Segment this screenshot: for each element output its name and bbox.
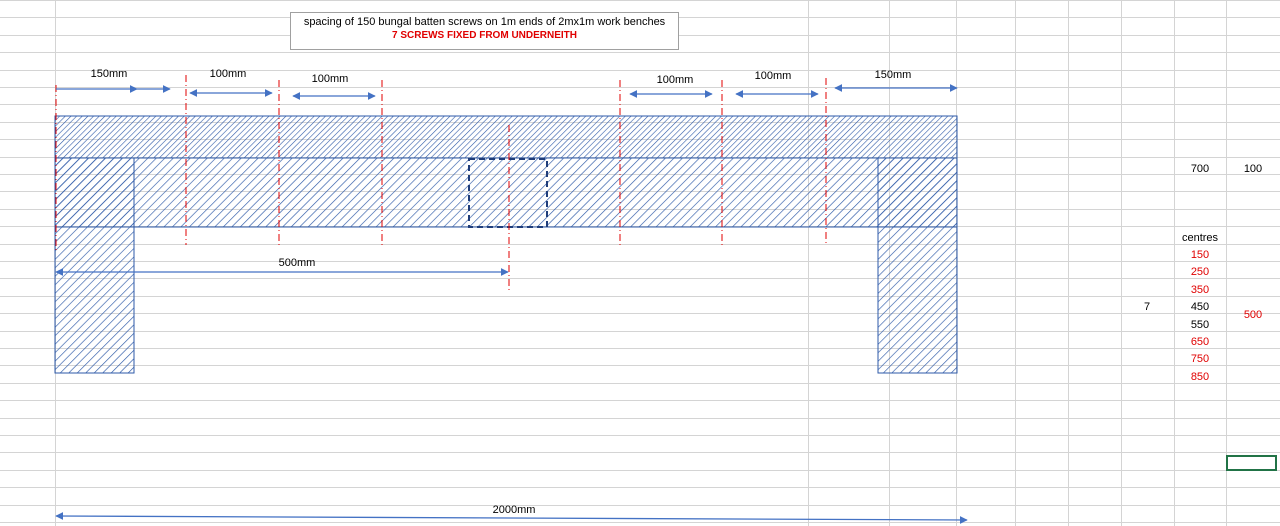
dim-label-total-2000: 2000mm: [492, 504, 536, 516]
bench-rail: [54, 157, 958, 228]
dim-label-half-500: 500mm: [278, 257, 316, 269]
centres-value[interactable]: 150: [1174, 247, 1226, 264]
dim-label-gap-2: 100mm: [311, 73, 349, 85]
bench-top-edge: [54, 115, 958, 159]
note-box: spacing of 150 bungal batten screws on 1…: [290, 12, 679, 50]
cell-500[interactable]: 500: [1226, 307, 1280, 324]
cell-100[interactable]: 100: [1226, 161, 1280, 178]
centres-value[interactable]: 350: [1174, 282, 1226, 299]
centres-value[interactable]: 750: [1174, 351, 1226, 368]
note-title: spacing of 150 bungal batten screws on 1…: [303, 16, 666, 28]
dim-label-gap-4: 100mm: [754, 70, 792, 82]
note-subtitle: 7 SCREWS FIXED FROM UNDERNEITH: [391, 30, 577, 41]
dim-label-gap-1: 100mm: [209, 68, 247, 80]
dim-label-gap-3: 100mm: [656, 74, 694, 86]
cell-centres-label[interactable]: centres: [1174, 230, 1226, 247]
cell-screw-count[interactable]: 7: [1121, 299, 1173, 316]
cell-700[interactable]: 700: [1174, 161, 1226, 178]
bench-left-leg: [54, 157, 135, 374]
dim-label-left-150: 150mm: [90, 68, 128, 80]
dimension-arrow: [55, 512, 968, 524]
centres-value[interactable]: 850: [1174, 369, 1226, 386]
dim-label-right-150: 150mm: [874, 69, 912, 81]
centres-value[interactable]: 250: [1174, 264, 1226, 281]
centres-value[interactable]: 550: [1174, 317, 1226, 334]
spreadsheet-grid[interactable]: [0, 0, 1280, 526]
centres-value[interactable]: 450: [1174, 299, 1226, 316]
bench-right-leg: [877, 157, 958, 374]
selected-cell[interactable]: [1226, 455, 1277, 471]
centres-value[interactable]: 650: [1174, 334, 1226, 351]
